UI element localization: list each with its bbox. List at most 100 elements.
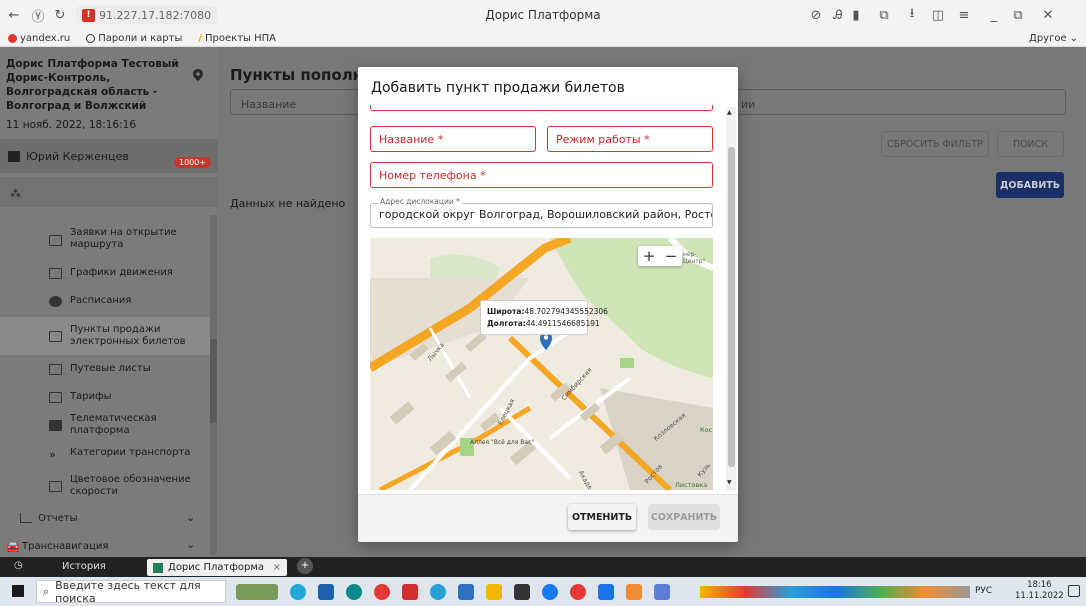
- bookmark-icon[interactable]: ▮: [848, 7, 864, 23]
- history-label[interactable]: История: [62, 561, 106, 572]
- bookmark-passwords[interactable]: Пароли и карты: [86, 33, 182, 44]
- translate-icon[interactable]: Ꭿ: [830, 7, 846, 23]
- map-canvas: [370, 238, 713, 490]
- download-icon[interactable]: ⭳: [904, 6, 920, 23]
- sidebar-item-schedules-graphs[interactable]: Графики движения: [0, 259, 210, 287]
- taskbar-telegram-icon[interactable]: [430, 584, 446, 600]
- sidebar-item-route-requests[interactable]: Заявки на открытие маршрута: [0, 223, 210, 255]
- collections-icon[interactable]: ⧉: [876, 7, 892, 23]
- yandex-bookmark-icon: [8, 33, 17, 43]
- minimize-icon[interactable]: _: [986, 7, 1002, 23]
- reload-icon[interactable]: ↻: [52, 7, 68, 23]
- sidebar-item-label: Транснавигация: [22, 541, 109, 552]
- warning-icon: !: [82, 8, 95, 22]
- sidebar-scroll-thumb[interactable]: [210, 339, 217, 423]
- sidebar-item-reports[interactable]: Отчеты ⌄: [0, 507, 210, 531]
- taskbar-yandex-icon[interactable]: [374, 584, 390, 600]
- car-icon: 🚘: [6, 540, 20, 553]
- taskbar-app3-icon[interactable]: [542, 584, 558, 600]
- restore-icon[interactable]: ⧉: [1010, 7, 1026, 23]
- search-button[interactable]: ПОИСК: [997, 131, 1064, 157]
- clock-time: 18:16: [1027, 580, 1052, 590]
- extensions-icon[interactable]: ◫: [930, 7, 946, 23]
- bookmark-yandex[interactable]: yandex.ru: [8, 33, 70, 44]
- sidebar-item-ticket-points[interactable]: Пункты продажи электронных билетов: [0, 317, 210, 355]
- sidebar-item-label: Графики движения: [70, 267, 173, 278]
- dialog-title: Добавить пункт продажи билетов: [371, 80, 625, 96]
- yandex-icon[interactable]: Ⓨ: [30, 7, 46, 25]
- map-poi-label: Кос: [700, 426, 713, 434]
- address-field[interactable]: городской округ Волгоград, Ворошиловский…: [370, 203, 713, 228]
- zoom-out-button[interactable]: −: [660, 246, 682, 266]
- zoom-in-button[interactable]: +: [638, 246, 660, 266]
- windows-start-icon[interactable]: [12, 585, 24, 597]
- org-name: Дорис Платформа Тестовый Дорис-Контроль,…: [6, 58, 179, 112]
- close-icon[interactable]: ✕: [1040, 7, 1056, 23]
- taskbar-search[interactable]: ⌕ Введите здесь текст для поиска: [36, 578, 226, 605]
- key-icon: [86, 33, 96, 43]
- phone-field[interactable]: Номер телефона *: [370, 162, 713, 188]
- name-field-label: Название *: [379, 132, 444, 146]
- terminal-icon: [49, 331, 62, 342]
- tab-label: Дорис Платформа: [168, 562, 265, 573]
- latitude-label: Широта:: [487, 307, 525, 316]
- taskbar-app5-icon[interactable]: [598, 584, 614, 600]
- scroll-down-arrow-icon[interactable]: ▼: [727, 479, 732, 486]
- menu-icon[interactable]: ≡: [956, 7, 972, 23]
- scroll-up-arrow-icon[interactable]: ▲: [727, 109, 732, 116]
- sidebar-item-label: Расписания: [70, 295, 132, 306]
- system-tray-icons[interactable]: [700, 586, 970, 598]
- taskbar-yandex-browser-icon[interactable]: [402, 584, 418, 600]
- location-pin-icon[interactable]: [193, 69, 203, 81]
- sidebar: Дорис Платформа Тестовый Дорис-Контроль,…: [0, 47, 218, 557]
- clock-date: 11.11.2022: [1015, 591, 1064, 601]
- protect-icon[interactable]: ⊘: [808, 7, 824, 23]
- add-button[interactable]: ДОБАВИТЬ: [996, 172, 1064, 198]
- chart-icon: [20, 513, 32, 523]
- sidebar-item-label: Отчеты: [38, 513, 78, 524]
- taskbar-app6-icon[interactable]: [626, 584, 642, 600]
- sidebar-section-row[interactable]: ⁂: [0, 177, 218, 207]
- map[interactable]: Елецкая Лычка Симбирская Козловская Алле…: [370, 238, 713, 490]
- sidebar-item-timetables[interactable]: Расписания: [0, 287, 210, 315]
- back-icon[interactable]: ←: [6, 7, 22, 23]
- latitude-value: 48.702794345552306: [524, 307, 608, 316]
- taskbar-app4-icon[interactable]: [570, 584, 586, 600]
- new-tab-icon[interactable]: +: [297, 558, 313, 574]
- working-hours-field[interactable]: Режим работы *: [547, 126, 713, 152]
- address-bar[interactable]: ! 91.227.17.182:7080: [76, 6, 218, 24]
- taskbar-app-icon[interactable]: [290, 584, 306, 600]
- dialog-scroll-thumb[interactable]: [728, 147, 735, 467]
- sidebar-item-speed-colors[interactable]: Цветовое обозначение скорости: [0, 469, 210, 503]
- browser-tab[interactable]: Дорис Платформа ×: [147, 559, 287, 576]
- save-button[interactable]: СОХРАНИТЬ: [648, 504, 720, 530]
- tab-close-icon[interactable]: ×: [273, 562, 281, 573]
- sidebar-item-waybills[interactable]: Путевые листы: [0, 355, 210, 383]
- taskbar-clock[interactable]: 18:16 11.11.2022: [1015, 580, 1064, 602]
- taskbar-edge-icon[interactable]: [346, 584, 362, 600]
- language-indicator[interactable]: РУС: [975, 586, 992, 596]
- bookmark-npa[interactable]: / Проекты НПА: [198, 33, 276, 44]
- map-zoom-control: + −: [638, 246, 682, 266]
- sidebar-item-tariffs[interactable]: Тарифы: [0, 383, 210, 411]
- sidebar-item-telematics[interactable]: Телематическая платформа: [0, 411, 210, 439]
- notification-badge[interactable]: 1000+: [174, 157, 212, 168]
- name-field[interactable]: Название *: [370, 126, 536, 152]
- taskbar-folder-icon[interactable]: [486, 584, 502, 600]
- sidebar-item-transnavigation[interactable]: 🚘 Транснавигация ⌄: [0, 537, 210, 557]
- cancel-button[interactable]: ОТМЕНИТЬ: [568, 504, 636, 530]
- sidebar-item-transport-categories[interactable]: » Категории транспорта: [0, 439, 210, 467]
- browser-titlebar: ← Ⓨ ↻ ! 91.227.17.182:7080 Дорис Платфор…: [0, 0, 1086, 30]
- taskbar-app2-icon[interactable]: [514, 584, 530, 600]
- taskbar-image-icon[interactable]: [236, 584, 278, 600]
- taskbar-search-placeholder: Введите здесь текст для поиска: [55, 578, 201, 605]
- empty-message: Данных не найдено: [230, 197, 346, 210]
- bookmark-other[interactable]: Другое ⌄: [1029, 33, 1078, 44]
- map-poi-label: нер-Центр": [683, 251, 706, 265]
- taskbar-word-icon[interactable]: [318, 584, 334, 600]
- taskbar-app7-icon[interactable]: [654, 584, 670, 600]
- taskbar-calculator-icon[interactable]: [458, 584, 474, 600]
- notifications-icon[interactable]: [1068, 585, 1080, 597]
- reset-filter-button[interactable]: СБРОСИТЬ ФИЛЬТР: [881, 131, 989, 157]
- clipped-field[interactable]: [370, 105, 713, 111]
